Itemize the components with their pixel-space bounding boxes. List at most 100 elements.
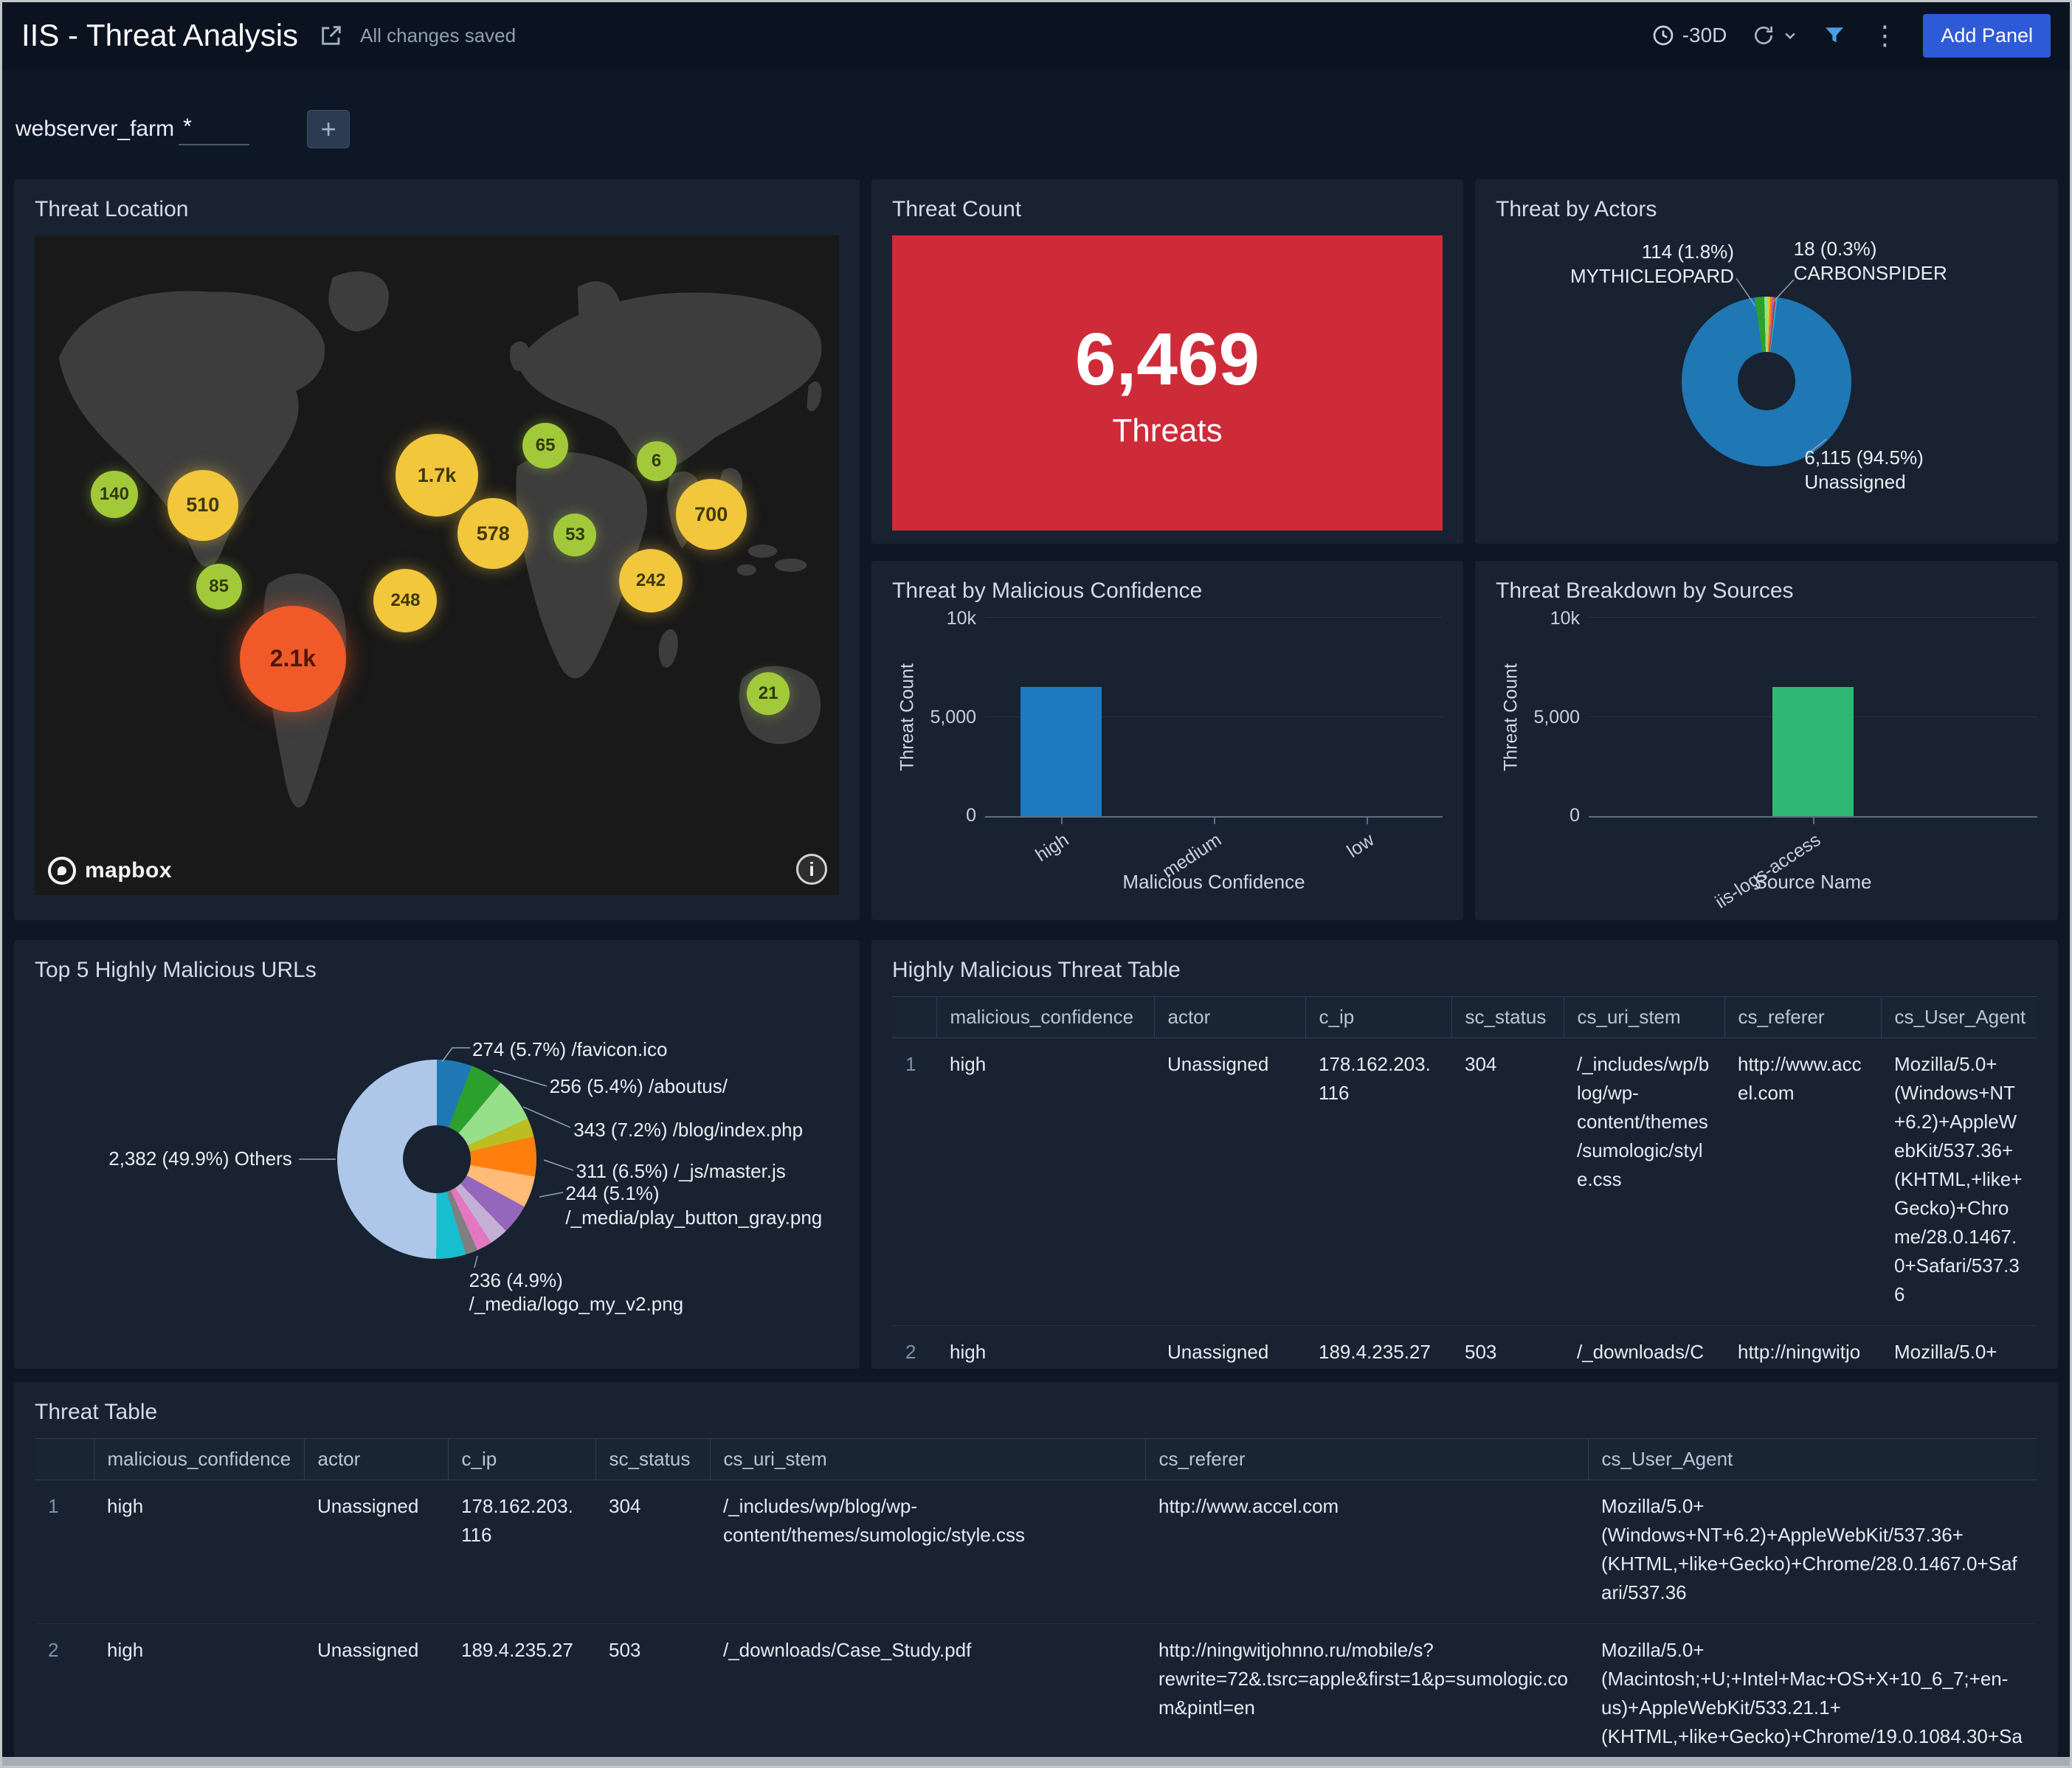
column-header[interactable]: cs_referer [1724,996,1882,1038]
map-bubble[interactable]: 140 [90,471,138,519]
plot-area [985,617,1443,818]
x-axis-category: high [1032,829,1073,866]
threat-count-stat[interactable]: 6,469 Threats [892,235,1443,531]
funnel-icon [1823,24,1846,47]
column-header[interactable]: cs_uri_stem [1564,996,1725,1038]
bar[interactable] [1772,687,1854,816]
map-bubble[interactable]: 1.7k [396,434,478,517]
map-bubble[interactable]: 6 [636,441,677,481]
table-cell: Mozilla/5.0+(Macintosh;+U;+Intel+Mac+OS [1881,1325,2037,1369]
clock-icon [1651,24,1675,47]
urls-donut-chart: 274 (5.7%) /favicon.ico 256 (5.4%) /abou… [35,996,839,1343]
column-header[interactable]: actor [304,1438,449,1480]
panel-threat-breakdown-by-sources: Threat Breakdown by Sources Threat Count… [1475,561,2058,920]
panel-threat-count: Threat Count 6,469 Threats [871,179,1463,544]
panel-title: Highly Malicious Threat Table [892,958,1181,982]
table-cell: http://ningwitjohnno.ru/mobile/s?rewrite… [1145,1623,1588,1757]
map-bubble[interactable]: 578 [457,498,529,570]
table-row[interactable]: 1 high Unassigned 178.162.203.116 304/_inclu… [892,1037,2037,1326]
map-bubble[interactable]: 700 [675,479,747,550]
panel-title: Threat by Actors [1496,197,1657,221]
table-cell: /_downloads/Case_Study.pdf [1564,1325,1724,1369]
column-header[interactable]: actor [1154,996,1306,1038]
threat-count-value: 6,469 [1074,317,1260,401]
map-bubble[interactable]: 21 [747,672,790,716]
panel-title: Threat Table [35,1400,158,1424]
header-bar: IIS - Threat Analysis All changes saved … [2,2,2070,69]
bar[interactable] [1021,687,1102,816]
map-info-icon[interactable]: i [796,854,827,885]
table-cell: high [936,1037,1154,1326]
table-cell: 178.162.203.116 [1305,1037,1451,1326]
table-row[interactable]: 2 high Unassigned 189.4.235.27 503/_download… [892,1325,2037,1369]
add-panel-button[interactable]: Add Panel [1923,13,2051,58]
table-cell: /_downloads/Case_Study.pdf [710,1623,1145,1757]
actors-donut[interactable] [1682,296,1851,466]
filter-button[interactable] [1823,24,1846,47]
map-bubble[interactable]: 85 [196,563,242,610]
pie-label-unassigned: 6,115 (94.5%) Unassigned [1804,446,1924,493]
horizontal-scrollbar[interactable] [2,1757,2070,1766]
table-row[interactable]: 2 high Unassigned 189.4.235.27 503/_download… [35,1623,2037,1757]
column-header[interactable]: cs_uri_stem [710,1438,1146,1480]
map-bubble[interactable]: 53 [553,513,597,556]
column-header[interactable]: c_ip [448,1438,596,1480]
add-filter-button[interactable]: + [307,110,350,148]
y-axis-ticks: 10k 5,000 0 [930,608,976,826]
mapbox-attribution[interactable]: mapbox [48,857,172,885]
page-title: IIS - Threat Analysis [21,18,299,52]
table-cell: http://www.accel.com [1145,1479,1588,1624]
table-cell: http://ningwitjohnno.ru/mobile/s? [1724,1325,1881,1369]
pie-label-mythicleopard: 114 (1.8%) MYTHICLEOPARD [1569,241,1734,287]
pie-label-play-button: 244 (5.1%) /_media/play_button_gray.png [565,1182,823,1229]
chevron-down-icon [1783,28,1798,43]
time-range-button[interactable]: -30D [1651,24,1727,47]
table-cell: 189.4.235.27 [1305,1325,1451,1369]
y-axis-label: Threat Count [897,663,918,771]
table-row[interactable]: 1 high Unassigned 178.162.203.116 304/_inclu… [35,1479,2037,1624]
column-header[interactable]: cs_User_Agent [1881,996,2037,1038]
world-map [35,235,839,895]
table-cell: 503 [1451,1325,1564,1369]
table-cell: Mozilla/5.0+(Windows+NT+6.2)+AppleWebKit… [1588,1479,2037,1624]
column-header[interactable]: cs_User_Agent [1588,1438,2037,1480]
column-header[interactable]: malicious_confidence [94,1438,305,1480]
map-bubble[interactable]: 510 [167,469,238,541]
map-bubble[interactable]: 248 [373,569,438,633]
table-cell: high [936,1325,1154,1369]
table-cell: Unassigned [1154,1325,1305,1369]
table-cell: Mozilla/5.0+(Windows+NT+6.2)+AppleWebKit… [1881,1037,2037,1326]
highly-malicious-threat-table: malicious_confidence actor c_ip sc_status cs… [892,996,2037,1369]
table-cell: high [94,1623,304,1757]
filter-param-value-input[interactable]: * [179,113,250,145]
column-header[interactable]: c_ip [1305,996,1452,1038]
pie-label-logo: 236 (4.9%) /_media/logo_my_v2.png [469,1268,684,1316]
table-cell: 178.162.203.116 [448,1479,595,1624]
refresh-button[interactable] [1752,24,1798,47]
column-header[interactable]: sc_status [595,1438,711,1480]
mapbox-logo-icon [48,857,76,885]
share-icon[interactable] [319,23,344,48]
actors-donut-chart: 114 (1.8%) MYTHICLEOPARD 18 (0.3%) CARBO… [1496,235,2037,516]
map-canvas[interactable]: mapbox i 140 510 85 1.7k 65 578 53 6 700 242 248 2.… [35,235,839,895]
column-header[interactable]: cs_referer [1145,1438,1589,1480]
pie-label-favicon: 274 (5.7%) /favicon.ico [472,1038,668,1061]
x-axis-categories: high medium low [985,818,1443,883]
x-axis-category: low [1343,829,1378,862]
map-bubble[interactable]: 2.1k [239,605,346,712]
panel-threat-by-malicious-confidence: Threat by Malicious Confidence Threat Co… [871,561,1463,920]
pie-label-carbonspider: 18 (0.3%) CARBONSPIDER [1793,238,1947,284]
y-axis-ticks: 10k 5,000 0 [1533,608,1580,826]
urls-donut[interactable] [337,1059,536,1259]
pie-label-aboutus: 256 (5.4%) /aboutus/ [549,1074,728,1097]
table-cell: Unassigned [1154,1037,1305,1326]
table-cell: /_includes/wp/blog/wp-content/themes/sum… [1564,1037,1724,1326]
map-bubble[interactable]: 242 [618,549,683,613]
column-header[interactable]: sc_status [1451,996,1564,1038]
refresh-icon [1752,24,1775,47]
column-header[interactable]: malicious_confidence [936,996,1155,1038]
sources-bar-chart: Threat Count 10k 5,000 0 [1496,608,2037,826]
map-bubble[interactable]: 65 [522,423,569,469]
threat-count-unit: Threats [1112,412,1223,449]
kebab-menu[interactable]: ⋮ [1871,20,1898,51]
